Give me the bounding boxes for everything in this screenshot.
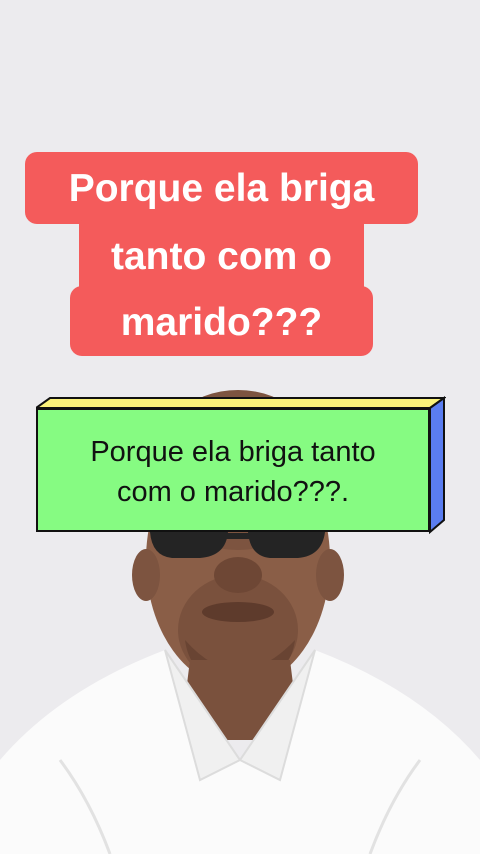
box-top-face [36,397,446,409]
box-caption-line-2: com o marido???. [116,476,350,508]
top-caption-line-1: Porque ela briga [25,152,418,224]
box-caption: Porque ela briga tanto com o marido???. [36,396,446,534]
top-caption-line-3-text: marido??? [120,301,323,344]
box-side-face [429,396,445,534]
top-caption-line-3: marido??? [70,286,373,356]
mouth [202,602,274,622]
top-caption-line-2-text: tanto com o [111,235,332,278]
box-front-face: Porque ela briga tanto com o marido???. [36,408,430,532]
top-caption-line-1-text: Porque ela briga [68,167,375,210]
video-frame: Porque ela briga tanto com o marido??? P… [0,0,480,854]
box-caption-line-1: Porque ela briga tanto [90,436,376,468]
top-caption-line-2: tanto com o [79,220,364,292]
